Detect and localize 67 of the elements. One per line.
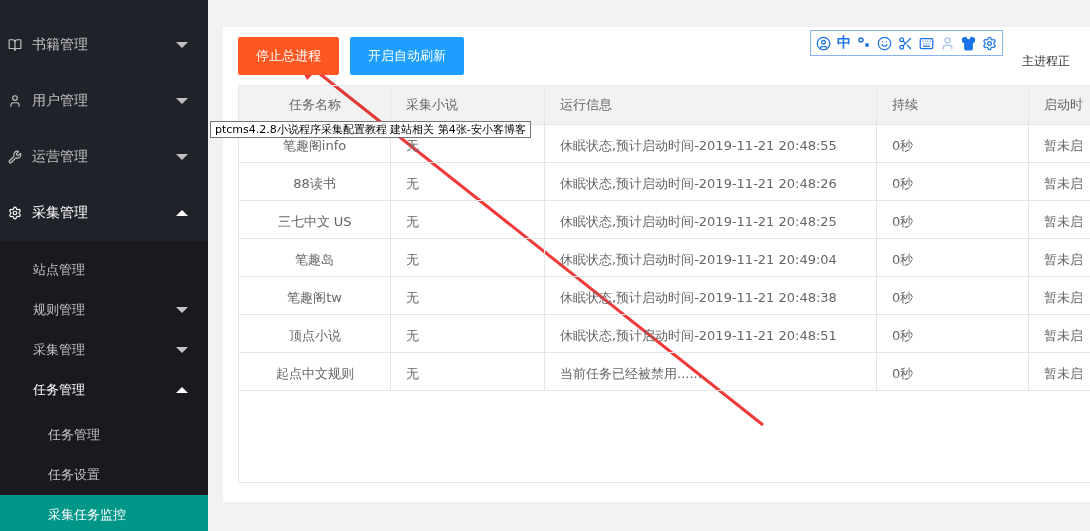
sidebar-item[interactable]: 书籍管理 <box>0 17 208 73</box>
table-cell: 0秒 <box>877 201 1029 239</box>
status-text: 主进程正 <box>1022 53 1070 70</box>
table-cell: 休眠状态,预计启动时间-2019-11-21 20:48:26 <box>545 163 877 201</box>
table-cell: 笔趣岛 <box>239 239 391 277</box>
column-header: 持续 <box>877 86 1029 125</box>
table-cell: 无 <box>391 239 545 277</box>
language-toggle[interactable]: 中 <box>837 34 851 52</box>
wrench-icon <box>8 150 22 164</box>
table-cell: 当前任务已经被禁用...... <box>545 353 877 391</box>
column-header: 运行信息 <box>545 86 877 125</box>
user-icon <box>8 94 22 108</box>
sidebar-item[interactable]: 运营管理 <box>0 129 208 185</box>
table-cell: 无 <box>391 277 545 315</box>
submenu-item[interactable]: 站点管理 <box>0 250 208 290</box>
submenu-item[interactable]: 采集管理 <box>0 330 208 370</box>
table-cell: 暂未启 <box>1029 201 1090 239</box>
table-cell: 休眠状态,预计启动时间-2019-11-21 20:49:04 <box>545 239 877 277</box>
table-cell: 0秒 <box>877 315 1029 353</box>
tooltip: ptcms4.2.8小说程序采集配置教程 建站相关 第4张-安小客博客 <box>210 121 531 138</box>
caret-icon <box>176 154 188 160</box>
table-cell: 三七中文 US <box>239 201 391 239</box>
caret-icon <box>176 307 188 313</box>
table-cell: 0秒 <box>877 277 1029 315</box>
table-cell: 无 <box>391 315 545 353</box>
table-cell: 0秒 <box>877 353 1029 391</box>
table-cell: 0秒 <box>877 125 1029 163</box>
table-cell: 暂未启 <box>1029 315 1090 353</box>
table-cell: 无 <box>391 163 545 201</box>
table-cell: 笔趣阁tw <box>239 277 391 315</box>
table-cell: 暂未启 <box>1029 163 1090 201</box>
table-cell: 暂未启 <box>1029 353 1090 391</box>
sidebar-item[interactable]: 采集管理 <box>0 185 208 241</box>
scissors-icon[interactable] <box>898 35 913 51</box>
caret-icon <box>176 98 188 104</box>
punctuation-icon[interactable] <box>857 36 871 50</box>
table-cell: 无 <box>391 201 545 239</box>
submenu-item[interactable]: 任务管理 <box>0 415 208 455</box>
submenu-item[interactable]: 任务设置 <box>0 455 208 495</box>
smiley-icon[interactable] <box>877 35 892 51</box>
sidebar-item[interactable]: 用户管理 <box>0 73 208 129</box>
table-cell: 暂未启 <box>1029 239 1090 277</box>
caret-icon <box>176 347 188 353</box>
table-cell: 休眠状态,预计启动时间-2019-11-21 20:48:55 <box>545 125 877 163</box>
table-cell: 0秒 <box>877 239 1029 277</box>
table-cell: 起点中文规则 <box>239 353 391 391</box>
shirt-icon[interactable] <box>961 35 976 51</box>
user-icon[interactable] <box>816 35 831 51</box>
caret-icon <box>176 210 188 216</box>
submenu-item[interactable]: 任务管理 <box>0 370 208 410</box>
caret-icon <box>176 42 188 48</box>
table-cell: 暂未启 <box>1029 125 1090 163</box>
settings-icon[interactable] <box>982 35 997 51</box>
table-cell: 暂未启 <box>1029 277 1090 315</box>
table-cell: 无 <box>391 353 545 391</box>
caret-icon <box>176 387 188 393</box>
submenu-item[interactable]: 采集任务监控 <box>0 495 208 531</box>
table-cell: 顶点小说 <box>239 315 391 353</box>
table-cell: 休眠状态,预计启动时间-2019-11-21 20:48:25 <box>545 201 877 239</box>
book-icon <box>8 38 22 52</box>
submenu-item[interactable]: 规则管理 <box>0 290 208 330</box>
column-header: 启动时 <box>1029 86 1090 125</box>
table-cell: 88读书 <box>239 163 391 201</box>
settings-icon <box>8 206 22 220</box>
table-cell: 0秒 <box>877 163 1029 201</box>
keyboard-icon[interactable] <box>919 35 934 51</box>
column-header: 采集小说 <box>391 86 545 125</box>
